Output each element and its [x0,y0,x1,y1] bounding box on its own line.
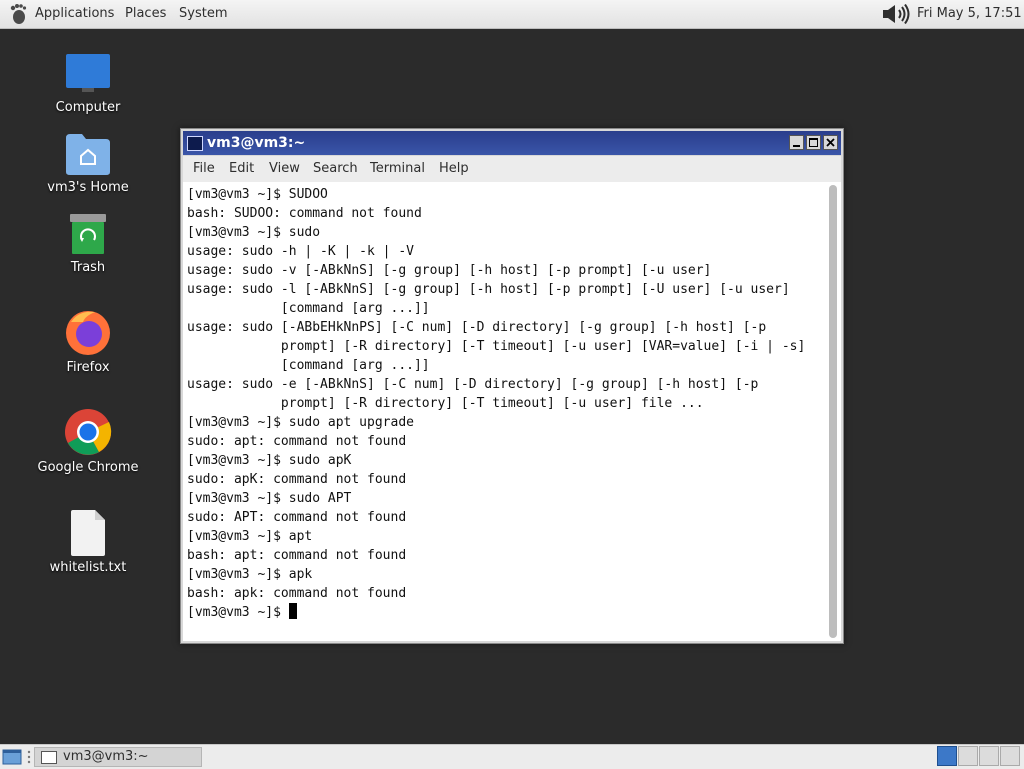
line: usage: sudo [-ABbEHkNnPS] [-C num] [-D d… [187,320,767,335]
system-menu[interactable]: System [179,0,227,28]
line: prompt] [-R directory] [-T timeout] [-u … [187,339,806,354]
firefox-icon [66,311,110,355]
handle-icon [27,750,31,764]
applications-menu[interactable]: Applications [35,0,114,28]
chrome-icon [65,409,112,455]
scrollbar[interactable] [829,185,837,638]
line: bash: apk: command not found [187,586,407,601]
firefox-desktop-icon[interactable]: Firefox [33,308,143,380]
menu-help[interactable]: Help [439,156,469,182]
line: [vm3@vm3 ~]$ sudo apK [187,453,352,468]
line: prompt] [-R directory] [-T timeout] [-u … [187,396,704,411]
menu-search[interactable]: Search [313,156,358,182]
terminal-output-area[interactable]: [vm3@vm3 ~]$ SUDOO bash: SUDOO: command … [183,182,841,641]
desktop-icon-label: whitelist.txt [49,560,127,575]
close-icon [826,138,835,147]
bottom-taskbar: vm3@vm3:~ [0,744,1024,769]
line: usage: sudo -h | -K | -k | -V [187,244,414,259]
terminal-text: [vm3@vm3 ~]$ SUDOO bash: SUDOO: command … [187,185,805,622]
computer-desktop-icon[interactable]: Computer [33,50,143,120]
line: [vm3@vm3 ~]$ SUDOO [187,187,328,202]
desktop-icon-label: Google Chrome [37,460,139,475]
line: sudo: APT: command not found [187,510,407,525]
maximize-button[interactable] [806,135,821,150]
line: bash: SUDOO: command not found [187,206,422,221]
line: [command [arg ...]] [187,301,430,316]
line: bash: apt: command not found [187,548,407,563]
computer-icon [66,54,110,92]
menu-file[interactable]: File [193,156,215,182]
places-menu[interactable]: Places [125,0,166,28]
gnome-foot-icon[interactable] [8,3,28,25]
menu-view[interactable]: View [269,156,300,182]
desktop-icon-label: Computer [55,100,121,115]
top-panel: Applications Places System Fri May 5, 17… [0,0,1024,29]
trash-desktop-icon[interactable]: Trash [33,210,143,280]
desktop-icon-label: vm3's Home [47,180,129,195]
line: sudo: apK: command not found [187,472,407,487]
line: usage: sudo -l [-ABkNnS] [-g group] [-h … [187,282,790,297]
line: [vm3@vm3 ~]$ apt [187,529,313,544]
clock[interactable]: Fri May 5, 17:51 [917,0,1022,28]
minimize-button[interactable] [789,135,804,150]
title-bar[interactable]: vm3@vm3:~ [183,131,841,155]
cursor [288,603,297,619]
workspace-3[interactable] [979,746,999,766]
workspace-4[interactable] [1000,746,1020,766]
terminal-window[interactable]: vm3@vm3:~ File Edit View Search Terminal… [180,128,844,644]
line: [vm3@vm3 ~]$ sudo APT [187,491,352,506]
line: sudo: apt: command not found [187,434,407,449]
line: [vm3@vm3 ~]$ sudo [187,225,321,240]
line: [vm3@vm3 ~]$ apk [187,567,313,582]
show-desktop-icon[interactable] [2,747,22,767]
terminal-icon [187,136,203,151]
line: [vm3@vm3 ~]$ sudo apt upgrade [187,415,414,430]
menu-terminal[interactable]: Terminal [370,156,425,182]
home-desktop-icon[interactable]: vm3's Home [33,130,143,200]
line: usage: sudo -e [-ABkNnS] [-C num] [-D di… [187,377,759,392]
desktop-icon-label: Trash [70,260,106,275]
home-folder-icon [66,134,110,175]
line: usage: sudo -v [-ABkNnS] [-g group] [-h … [187,263,712,278]
desktop-icon-label: Firefox [66,360,110,375]
line: [command [arg ...]] [187,358,430,373]
whitelist-file-desktop-icon[interactable]: whitelist.txt [33,510,143,580]
menu-bar: File Edit View Search Terminal Help [183,156,841,182]
workspace-1[interactable] [937,746,957,766]
prompt: [vm3@vm3 ~]$ [187,605,289,620]
taskbar-window-button[interactable]: vm3@vm3:~ [34,747,202,767]
close-button[interactable] [823,135,838,150]
window-icon [41,751,57,764]
menu-edit[interactable]: Edit [229,156,254,182]
workspace-2[interactable] [958,746,978,766]
text-file-icon [71,510,105,556]
window-title: vm3@vm3:~ [207,135,306,151]
taskbar-window-label: vm3@vm3:~ [63,749,149,764]
volume-icon[interactable] [882,4,912,24]
chrome-desktop-icon[interactable]: Google Chrome [33,408,143,480]
trash-icon [70,214,106,254]
